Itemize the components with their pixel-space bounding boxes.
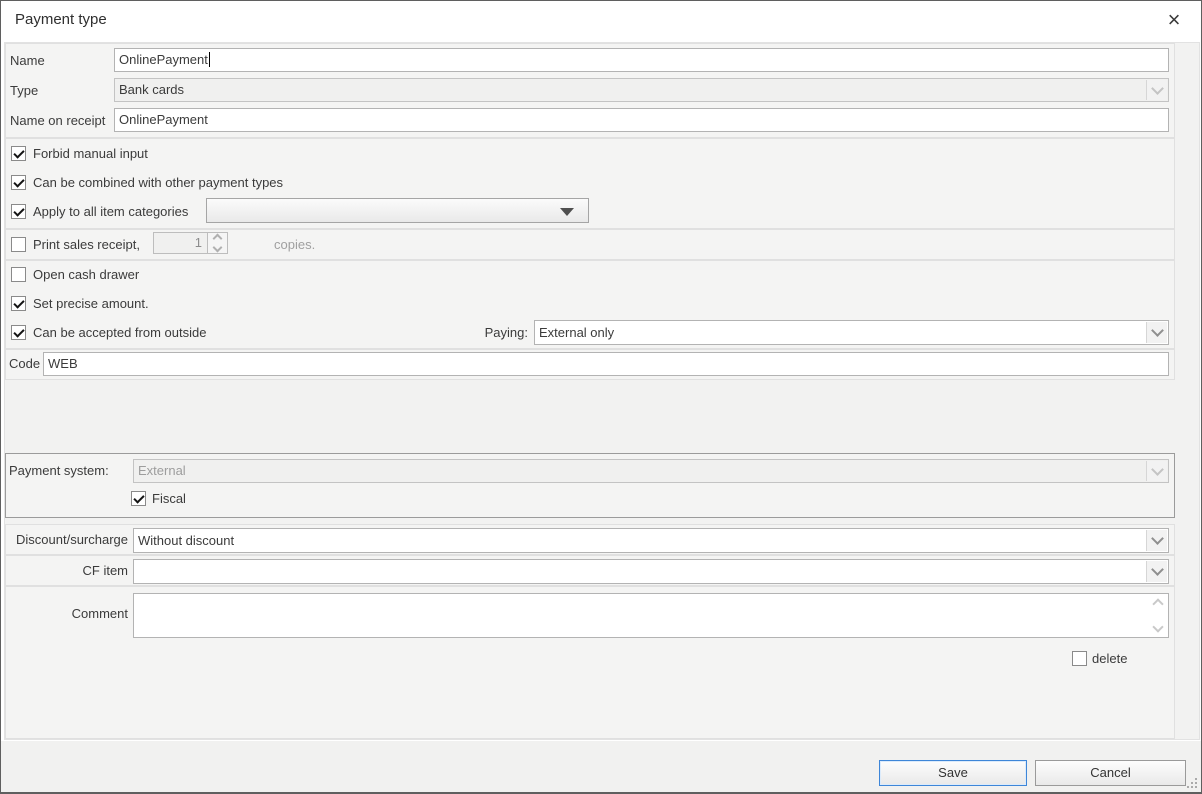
chevron-down-icon [1151,532,1164,545]
discount-dropdown-button[interactable] [1146,530,1167,551]
button-bar: Save Cancel [1,741,1201,792]
save-button[interactable]: Save [879,760,1027,786]
open-cash-drawer-checkbox[interactable] [11,267,26,282]
apply-all-categories-label[interactable]: Apply to all item categories [33,204,188,219]
triangle-down-icon [560,208,574,216]
set-precise-amount-label[interactable]: Set precise amount. [33,296,149,311]
can-be-combined-checkbox[interactable] [11,175,26,190]
type-select[interactable]: Bank cards [114,78,1169,102]
chevron-down-icon [1151,463,1164,476]
receipt-name-input-value: OnlinePayment [119,112,208,127]
payment-system-select[interactable]: External [133,459,1169,483]
cf-item-select[interactable] [133,559,1169,584]
receipt-label: Name on receipt [10,109,105,133]
apply-all-categories-checkbox[interactable] [11,204,26,219]
code-label: Code [9,352,40,376]
payment-system-label: Payment system: [9,459,109,483]
payment-system-select-value: External [138,463,186,478]
paying-select-dropdown-button[interactable] [1146,322,1167,343]
chevron-down-icon [1152,621,1163,632]
title-bar: Payment type × [1,1,1201,42]
payment-type-dialog: Payment type × Name Type Name on receipt… [0,0,1202,794]
item-categories-dropdown[interactable] [206,198,589,223]
cf-item-label: CF item [5,559,128,583]
type-select-value: Bank cards [119,82,184,97]
comment-scrollbar[interactable] [1149,595,1167,636]
accepted-from-outside-label[interactable]: Can be accepted from outside [33,325,206,340]
comment-label: Comment [5,602,128,626]
fiscal-label[interactable]: Fiscal [152,491,186,506]
copies-suffix-label: copies. [274,237,315,252]
check-icon [13,326,24,337]
accepted-from-outside-checkbox[interactable] [11,325,26,340]
forbid-manual-input-checkbox[interactable] [11,146,26,161]
type-label: Type [10,79,38,103]
set-precise-amount-checkbox[interactable] [11,296,26,311]
cancel-button[interactable]: Cancel [1035,760,1186,786]
grip-dot [1191,786,1193,788]
dialog-title: Payment type [15,11,107,28]
grip-dot [1187,786,1189,788]
text-caret [209,52,210,67]
cf-item-dropdown-button[interactable] [1146,561,1167,582]
print-sales-receipt-label[interactable]: Print sales receipt, [33,237,140,252]
discount-select[interactable]: Without discount [133,528,1169,553]
chevron-down-icon [213,243,223,253]
copies-stepper[interactable] [208,232,228,254]
close-icon[interactable]: × [1161,7,1187,33]
discount-select-value: Without discount [138,533,234,548]
check-icon [13,205,24,216]
paying-label: Paying: [431,325,528,340]
delete-label[interactable]: delete [1092,651,1127,666]
grip-dot [1191,782,1193,784]
check-icon [13,147,24,158]
chevron-up-icon [1152,598,1163,609]
payment-system-dropdown-button [1146,461,1167,481]
grip-dot [1195,782,1197,784]
delete-checkbox[interactable] [1072,651,1087,666]
grip-dot [1195,786,1197,788]
chevron-down-icon [1151,563,1164,576]
chevron-down-icon [1151,324,1164,337]
can-be-combined-label[interactable]: Can be combined with other payment types [33,175,283,190]
name-label: Name [10,49,45,73]
check-icon [133,492,144,503]
check-icon [13,297,24,308]
code-input-value: WEB [48,356,78,371]
chevron-down-icon [1151,82,1164,95]
receipt-name-input[interactable]: OnlinePayment [114,108,1169,132]
check-icon [13,176,24,187]
grip-dot [1195,778,1197,780]
fiscal-checkbox[interactable] [131,491,146,506]
type-select-dropdown-button [1146,80,1167,100]
comment-textarea[interactable] [133,593,1169,638]
code-input[interactable]: WEB [43,352,1169,376]
forbid-manual-input-label[interactable]: Forbid manual input [33,146,148,161]
discount-label: Discount/surcharge [5,528,128,552]
name-input-value: OnlinePayment [119,52,208,67]
name-input[interactable]: OnlinePayment [114,48,1169,72]
paying-select-value: External only [539,325,614,340]
open-cash-drawer-label[interactable]: Open cash drawer [33,267,139,282]
print-sales-receipt-checkbox[interactable] [11,237,26,252]
resize-grip-icon[interactable] [1185,776,1197,788]
paying-select[interactable]: External only [534,320,1169,345]
copies-count-input[interactable]: 1 [153,232,208,254]
